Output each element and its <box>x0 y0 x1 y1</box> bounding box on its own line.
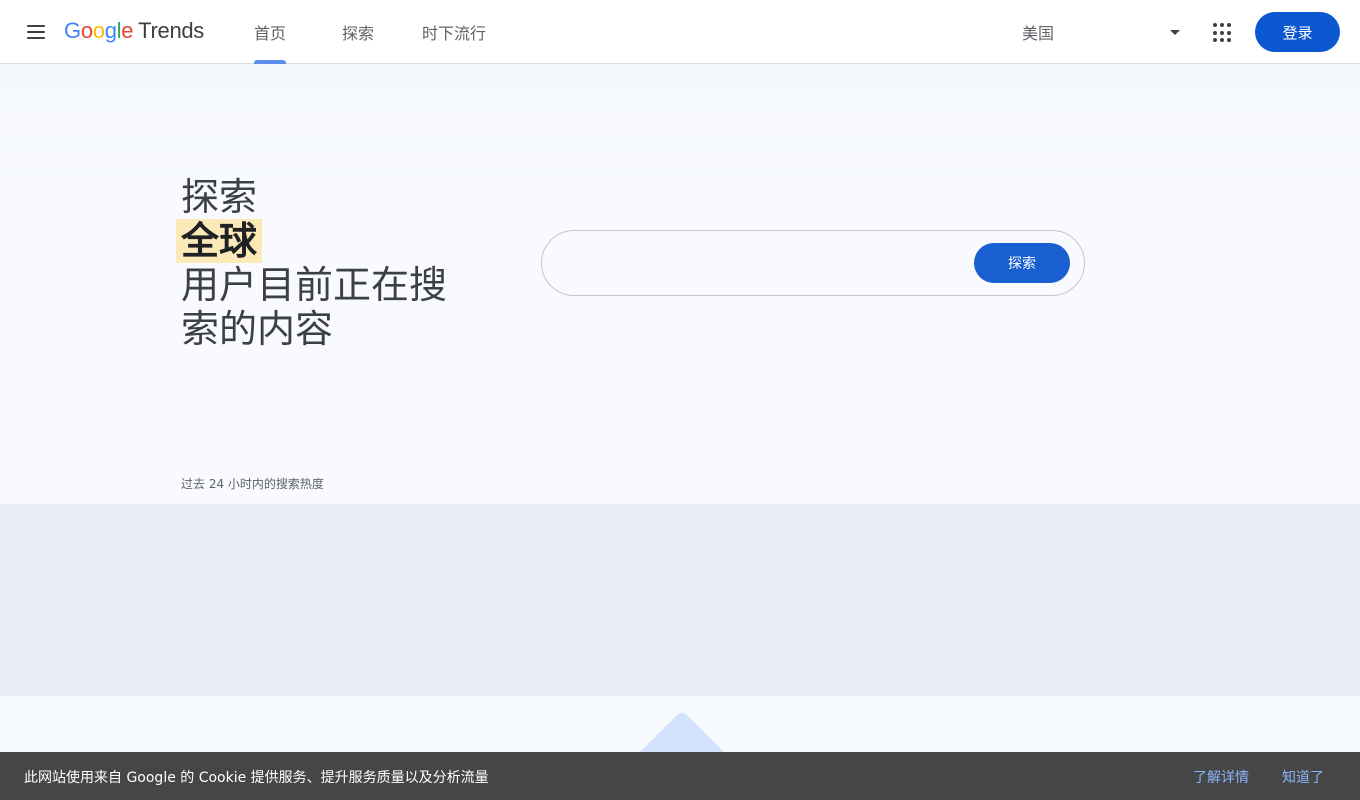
menu-bar <box>27 31 45 33</box>
apps-dot <box>1227 30 1231 35</box>
sign-in-button[interactable]: 登录 <box>1255 12 1340 52</box>
apps-dot <box>1227 23 1231 27</box>
apps-dot <box>1213 38 1217 43</box>
tab-trending-now[interactable]: 时下流行 <box>422 0 486 64</box>
search-input[interactable] <box>566 243 966 283</box>
hero-section: 探索 全球 用户目前正在搜 索的内容 探索 过去 24 小时内的搜索热度 <box>0 65 1360 504</box>
google-apps-icon[interactable] <box>1210 20 1236 46</box>
region-select-value: 美国 <box>1022 24 1055 43</box>
apps-dot <box>1220 30 1224 35</box>
menu-bar <box>27 37 45 39</box>
cookie-banner: 此网站使用来自 Google 的 Cookie 提供服务、提升服务质量以及分析流… <box>0 752 1360 800</box>
trending-band <box>0 504 1360 696</box>
tab-explore[interactable]: 探索 <box>342 0 374 64</box>
logo-letter: G <box>64 18 81 43</box>
menu-bar <box>27 25 45 27</box>
search-box: 探索 <box>541 230 1085 296</box>
top-app-bar: Go o g l e Trends 首页 探索 时下流行 美国 登录 <box>0 0 1360 64</box>
dropdown-arrow-icon <box>1170 30 1180 35</box>
apps-dot <box>1213 30 1217 35</box>
tab-home[interactable]: 首页 <box>254 0 287 64</box>
hero-title-highlight: 全球 <box>176 219 263 263</box>
hero-title-line: 探索 <box>181 175 258 219</box>
apps-dot <box>1213 23 1217 27</box>
apps-dot <box>1227 38 1231 43</box>
main-menu-icon[interactable] <box>20 16 52 48</box>
hero-title-line: 用户目前正在搜 <box>181 263 448 307</box>
hero-title-line: 索的内容 <box>181 307 334 351</box>
cookie-dismiss-button[interactable]: 知道了 <box>1282 767 1324 787</box>
logo-letter: o <box>92 18 105 43</box>
cookie-message: 此网站使用来自 Google 的 Cookie 提供服务、提升服务质量以及分析流… <box>24 770 489 786</box>
trending-caption: 过去 24 小时内的搜索热度 <box>181 477 324 491</box>
logo-product-name: Trends <box>138 18 205 43</box>
apps-dot <box>1220 38 1224 43</box>
logo-letter: o <box>80 18 93 43</box>
region-select[interactable]: 美国 <box>1022 12 1194 52</box>
cookie-learn-more-link[interactable]: 了解详情 <box>1193 767 1249 787</box>
logo-letter: g <box>104 18 117 43</box>
apps-dot <box>1220 23 1224 27</box>
hero-title: 探索 全球 用户目前正在搜 索的内容 <box>176 175 461 351</box>
logo-letter: e <box>121 18 134 43</box>
google-trends-logo[interactable]: Go o g l e Trends <box>64 18 204 46</box>
explore-search-button[interactable]: 探索 <box>974 243 1070 283</box>
